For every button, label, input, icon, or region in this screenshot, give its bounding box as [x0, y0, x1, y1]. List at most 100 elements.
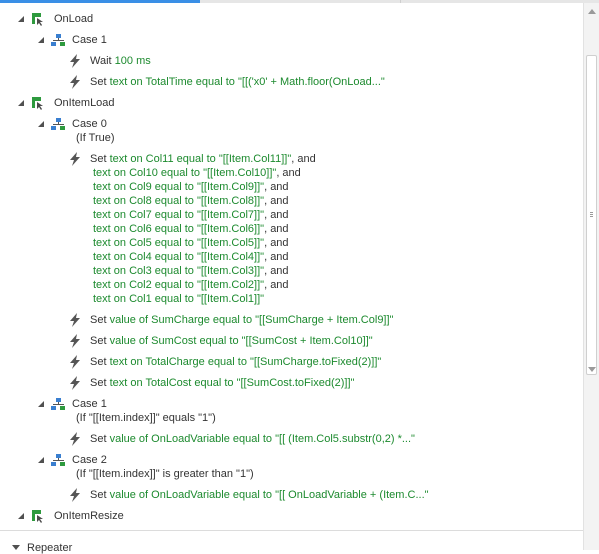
- action-line: text on Col6 equal to "[[Item.Col6]]", a…: [93, 222, 289, 236]
- case-label: Case 1: [72, 34, 107, 46]
- lightning-bolt-icon: [68, 334, 84, 348]
- case-case-2[interactable]: Case 2: [0, 453, 583, 467]
- action-detail: text on Col11 equal to "[[Item.Col11]]": [109, 153, 292, 165]
- action-continuation[interactable]: text on Col9 equal to "[[Item.Col9]]", a…: [0, 180, 583, 194]
- lightning-bolt-icon: [68, 488, 84, 502]
- expand-triangle-icon[interactable]: [16, 509, 26, 523]
- action-keyword: , and: [264, 181, 289, 193]
- expand-triangle-icon[interactable]: [36, 33, 46, 47]
- action-item[interactable]: Set value of SumCost equal to "[[SumCost…: [0, 334, 583, 348]
- action-keyword: Wait: [90, 55, 115, 67]
- action-line: text on Col4 equal to "[[Item.Col4]]", a…: [93, 250, 289, 264]
- grip-line: [590, 216, 593, 217]
- expand-triangle-icon[interactable]: [36, 117, 46, 131]
- case-icon: [51, 33, 67, 47]
- case-label: Case 0: [72, 118, 107, 130]
- action-continuation[interactable]: text on Col7 equal to "[[Item.Col7]]", a…: [0, 208, 583, 222]
- lightning-bolt-icon: [68, 355, 84, 369]
- action-line: text on Col2 equal to "[[Item.Col2]]", a…: [93, 278, 289, 292]
- lightning-bolt-icon: [68, 313, 84, 327]
- action-detail: 100 ms: [114, 55, 151, 67]
- case-icon: [51, 453, 67, 467]
- action-item[interactable]: Set value of OnLoadVariable equal to "[[…: [0, 432, 583, 446]
- scroll-down-arrow-icon[interactable]: [588, 367, 596, 372]
- action-detail: text on Col3 equal to "[[Item.Col3]]": [93, 265, 265, 277]
- case-condition: (If "[[Item.index]]" is greater than "1"…: [0, 467, 583, 481]
- event-label: OnLoad: [54, 13, 94, 25]
- action-keyword: , and: [264, 265, 289, 277]
- scrollbar-thumb[interactable]: [586, 55, 597, 375]
- vertical-scrollbar[interactable]: [583, 3, 599, 550]
- collapse-triangle-icon[interactable]: [12, 545, 20, 550]
- action-line: Set text on Col11 equal to "[[Item.Col11…: [90, 152, 316, 166]
- action-line: Set value of SumCharge equal to "[[SumCh…: [90, 313, 393, 327]
- lightning-bolt-icon: [68, 376, 84, 390]
- action-continuation[interactable]: text on Col6 equal to "[[Item.Col6]]", a…: [0, 222, 583, 236]
- event-onload[interactable]: OnLoad: [0, 12, 583, 26]
- action-line: text on Col1 equal to "[[Item.Col1]]": [93, 292, 264, 306]
- case-condition-text: (If True): [76, 132, 115, 144]
- action-item[interactable]: Set value of SumCharge equal to "[[SumCh…: [0, 313, 583, 327]
- action-detail: text on TotalCost equal to "[[SumCost.to…: [109, 377, 355, 389]
- expand-triangle-icon[interactable]: [36, 453, 46, 467]
- section-divider: [0, 530, 583, 531]
- action-item[interactable]: Set text on TotalCharge equal to "[[SumC…: [0, 355, 583, 369]
- action-continuation[interactable]: text on Col8 equal to "[[Item.Col8]]", a…: [0, 194, 583, 208]
- action-continuation[interactable]: text on Col1 equal to "[[Item.Col1]]": [0, 292, 583, 306]
- action-keyword: Set: [90, 153, 110, 165]
- action-item[interactable]: Wait 100 ms: [0, 54, 583, 68]
- interactions-tree: OnLoad Case 1 Wait 100 ms Set text on Total…: [0, 3, 583, 530]
- action-detail: text on Col7 equal to "[[Item.Col7]]": [93, 209, 265, 221]
- action-continuation[interactable]: text on Col4 equal to "[[Item.Col4]]", a…: [0, 250, 583, 264]
- lightning-bolt-icon: [68, 152, 84, 166]
- case-case-1[interactable]: Case 1: [0, 33, 583, 47]
- case-condition-text: (If "[[Item.index]]" equals "1"): [76, 412, 216, 424]
- scroll-up-arrow-icon[interactable]: [588, 9, 596, 14]
- action-continuation[interactable]: text on Col3 equal to "[[Item.Col3]]", a…: [0, 264, 583, 278]
- event-onitemresize[interactable]: OnItemResize: [0, 509, 583, 523]
- case-case-1[interactable]: Case 1: [0, 397, 583, 411]
- action-line: text on Col7 equal to "[[Item.Col7]]", a…: [93, 208, 289, 222]
- action-item[interactable]: Set text on TotalCost equal to "[[SumCos…: [0, 376, 583, 390]
- action-continuation[interactable]: text on Col10 equal to "[[Item.Col10]]",…: [0, 166, 583, 180]
- action-keyword: Set: [90, 314, 110, 326]
- action-continuation[interactable]: text on Col2 equal to "[[Item.Col2]]", a…: [0, 278, 583, 292]
- action-line: Set value of SumCost equal to "[[SumCost…: [90, 334, 373, 348]
- case-icon: [51, 117, 67, 131]
- case-label: Case 2: [72, 454, 107, 466]
- action-line: text on Col5 equal to "[[Item.Col5]]", a…: [93, 236, 289, 250]
- expand-triangle-icon[interactable]: [36, 397, 46, 411]
- action-detail: text on Col6 equal to "[[Item.Col6]]": [93, 223, 265, 235]
- action-detail: value of SumCharge equal to "[[SumCharge…: [109, 314, 394, 326]
- action-line: text on Col9 equal to "[[Item.Col9]]", a…: [93, 180, 289, 194]
- expand-triangle-icon[interactable]: [16, 12, 26, 26]
- action-keyword: , and: [276, 167, 301, 179]
- case-case-0[interactable]: Case 0: [0, 117, 583, 131]
- event-icon: [31, 509, 47, 523]
- action-keyword: , and: [264, 209, 289, 221]
- action-detail: text on TotalTime equal to "[[('x0' + Ma…: [109, 76, 385, 88]
- action-line: Set value of OnLoadVariable equal to "[[…: [90, 432, 415, 446]
- action-keyword: , and: [264, 237, 289, 249]
- action-item[interactable]: Set text on Col11 equal to "[[Item.Col11…: [0, 152, 583, 166]
- action-line: Set text on TotalTime equal to "[[('x0' …: [90, 75, 385, 89]
- lightning-bolt-icon: [68, 432, 84, 446]
- action-keyword: , and: [264, 223, 289, 235]
- case-condition-text: (If "[[Item.index]]" is greater than "1"…: [76, 468, 254, 480]
- event-icon: [31, 12, 47, 26]
- action-item[interactable]: Set value of OnLoadVariable equal to "[[…: [0, 488, 583, 502]
- action-detail: text on Col5 equal to "[[Item.Col5]]": [93, 237, 265, 249]
- action-detail: text on Col4 equal to "[[Item.Col4]]": [93, 251, 265, 263]
- action-keyword: Set: [90, 335, 110, 347]
- expand-triangle-icon[interactable]: [16, 96, 26, 110]
- action-detail: text on Col1 equal to "[[Item.Col1]]": [93, 293, 265, 305]
- event-icon: [31, 96, 47, 110]
- action-keyword: , and: [264, 195, 289, 207]
- case-condition: (If "[[Item.index]]" equals "1"): [0, 411, 583, 425]
- action-keyword: Set: [90, 76, 110, 88]
- action-continuation[interactable]: text on Col5 equal to "[[Item.Col5]]", a…: [0, 236, 583, 250]
- repeater-section-header[interactable]: Repeater: [0, 540, 583, 554]
- event-onitemload[interactable]: OnItemLoad: [0, 96, 583, 110]
- lightning-bolt-icon: [68, 54, 84, 68]
- action-item[interactable]: Set text on TotalTime equal to "[[('x0' …: [0, 75, 583, 89]
